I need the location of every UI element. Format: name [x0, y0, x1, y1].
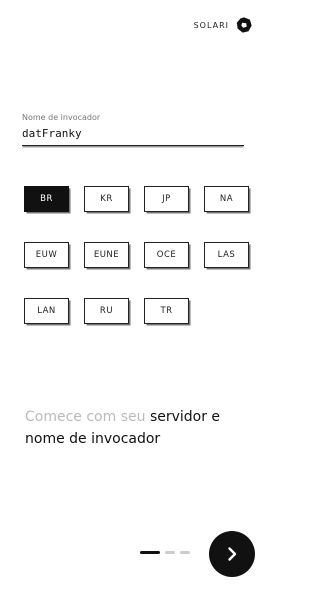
server-button-euw[interactable]: EUW — [24, 242, 69, 268]
pagination-dot-2 — [165, 551, 175, 554]
server-grid: BR KR JP NA EUW EUNE OCE LAS LAN RU TR — [24, 186, 249, 324]
server-button-jp[interactable]: JP — [144, 186, 189, 212]
server-button-na[interactable]: NA — [204, 186, 249, 212]
summoner-name-input[interactable]: datFranky — [22, 127, 244, 146]
server-button-kr[interactable]: KR — [84, 186, 129, 212]
server-button-lan[interactable]: LAN — [24, 298, 69, 324]
server-button-oce[interactable]: OCE — [144, 242, 189, 268]
tagline-muted: Comece com seu — [25, 409, 146, 425]
server-button-las[interactable]: LAS — [204, 242, 249, 268]
summoner-name-label: Nome de invocador — [22, 113, 101, 122]
brand-header: SOLARI — [194, 16, 253, 34]
server-button-tr[interactable]: TR — [144, 298, 189, 324]
chevron-right-icon — [228, 547, 237, 561]
server-button-ru[interactable]: RU — [84, 298, 129, 324]
pagination-dots — [140, 551, 190, 554]
onboarding-tagline: Comece com seu servidor e nome de invoca… — [25, 406, 255, 450]
solari-logo-icon — [236, 17, 252, 33]
server-button-br[interactable]: BR — [24, 186, 69, 212]
next-button[interactable] — [209, 531, 255, 577]
server-button-eune[interactable]: EUNE — [84, 242, 129, 268]
pagination-dot-1 — [140, 551, 160, 554]
summoner-name-field[interactable]: Nome de invocador datFranky — [22, 113, 244, 146]
pagination-dot-3 — [180, 551, 190, 554]
brand-name: SOLARI — [193, 20, 229, 30]
